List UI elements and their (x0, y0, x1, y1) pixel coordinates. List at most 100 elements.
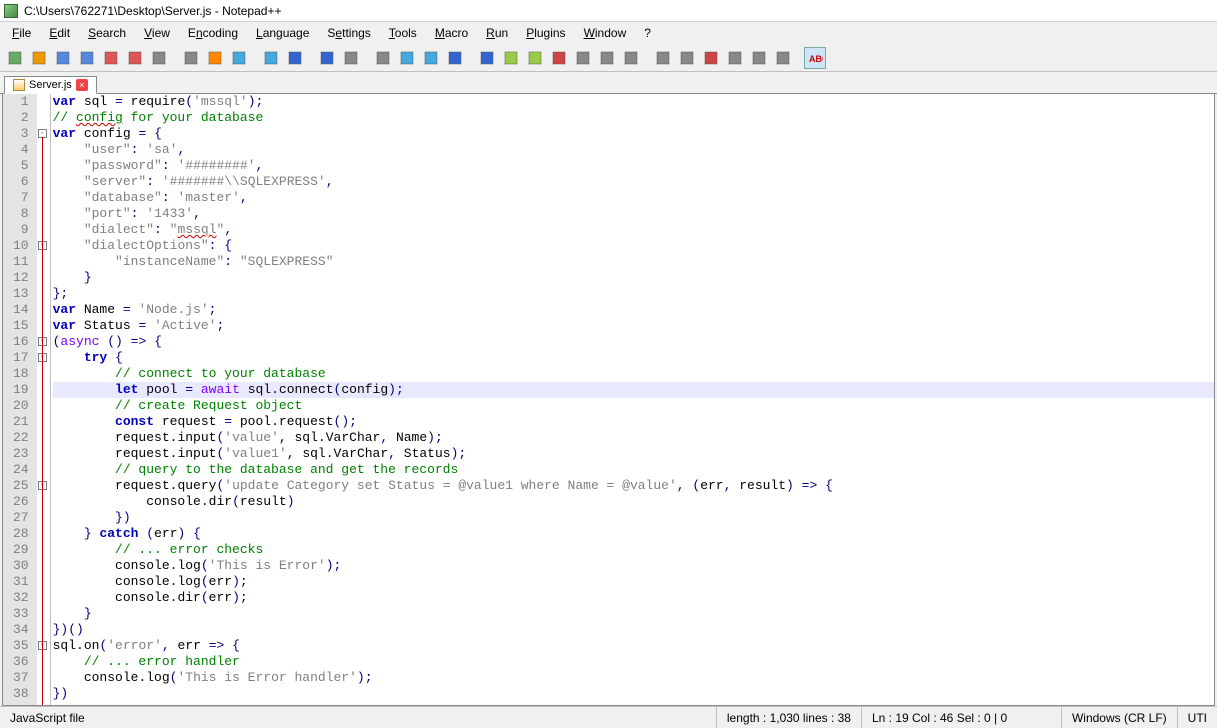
doc-map-icon[interactable] (572, 47, 594, 69)
all-chars-icon[interactable] (500, 47, 522, 69)
code-line[interactable]: "dialectOptions": { (53, 238, 1214, 254)
code-line[interactable]: (async () => { (53, 334, 1214, 350)
zoom-out-icon[interactable] (396, 47, 418, 69)
code-line[interactable]: var Name = 'Node.js'; (53, 302, 1214, 318)
code-line[interactable]: }) (53, 510, 1214, 526)
code-line[interactable]: "user": 'sa', (53, 142, 1214, 158)
code-line[interactable]: "database": 'master', (53, 190, 1214, 206)
toolbar: ABC (0, 44, 1217, 72)
menu-plugins[interactable]: Plugins (518, 24, 573, 42)
fold-column[interactable]: ------ (37, 94, 51, 705)
func-list-icon[interactable] (596, 47, 618, 69)
find-icon[interactable] (316, 47, 338, 69)
record-icon[interactable] (676, 47, 698, 69)
code-line[interactable]: } (53, 606, 1214, 622)
print-icon[interactable] (148, 47, 170, 69)
code-line[interactable]: }; (53, 286, 1214, 302)
cut-icon[interactable] (180, 47, 202, 69)
play-icon[interactable] (724, 47, 746, 69)
line-number: 16 (13, 334, 29, 350)
menu-encoding[interactable]: Encoding (180, 24, 246, 42)
copy-icon[interactable] (204, 47, 226, 69)
zoom-in-icon[interactable] (372, 47, 394, 69)
code-line[interactable]: try { (53, 350, 1214, 366)
line-number: 5 (13, 158, 29, 174)
code-line[interactable]: console.dir(result) (53, 494, 1214, 510)
code-line[interactable]: "port": '1433', (53, 206, 1214, 222)
folder-icon[interactable] (620, 47, 642, 69)
save-all-icon[interactable] (76, 47, 98, 69)
line-number: 13 (13, 286, 29, 302)
code-line[interactable]: console.log(err); (53, 574, 1214, 590)
code-line[interactable]: // connect to your database (53, 366, 1214, 382)
menu-view[interactable]: View (136, 24, 178, 42)
line-number: 38 (13, 686, 29, 702)
redo-icon[interactable] (284, 47, 306, 69)
code-editor[interactable]: 1234567891011121314151617181920212223242… (2, 94, 1215, 706)
tab-server-js[interactable]: Server.js × (4, 76, 97, 94)
code-line[interactable]: var Status = 'Active'; (53, 318, 1214, 334)
close-all-icon[interactable] (124, 47, 146, 69)
tab-close-icon[interactable]: × (76, 79, 88, 91)
new-icon[interactable] (4, 47, 26, 69)
replace-icon[interactable] (340, 47, 362, 69)
code-line[interactable]: "password": '########', (53, 158, 1214, 174)
file-icon (13, 79, 25, 91)
code-line[interactable]: sql.on('error', err => { (53, 638, 1214, 654)
code-line[interactable]: } (53, 270, 1214, 286)
sync-h-icon[interactable] (444, 47, 466, 69)
code-line[interactable]: // query to the database and get the rec… (53, 462, 1214, 478)
code-line[interactable]: request.input('value', sql.VarChar, Name… (53, 430, 1214, 446)
code-line[interactable]: "instanceName": "SQLEXPRESS" (53, 254, 1214, 270)
code-line[interactable]: console.log('This is Error handler'); (53, 670, 1214, 686)
code-line[interactable]: var config = { (53, 126, 1214, 142)
play-multi-icon[interactable] (748, 47, 770, 69)
menu-edit[interactable]: Edit (41, 24, 78, 42)
monitor-icon[interactable] (652, 47, 674, 69)
code-line[interactable]: console.dir(err); (53, 590, 1214, 606)
line-number: 30 (13, 558, 29, 574)
code-line[interactable]: }) (53, 686, 1214, 702)
code-line[interactable]: var sql = require('mssql'); (53, 94, 1214, 110)
code-line[interactable]: // create Request object (53, 398, 1214, 414)
menu-settings[interactable]: Settings (319, 24, 378, 42)
indent-icon[interactable] (524, 47, 546, 69)
code-line[interactable]: request.input('value1', sql.VarChar, Sta… (53, 446, 1214, 462)
close-icon[interactable] (100, 47, 122, 69)
save-macro-icon[interactable] (772, 47, 794, 69)
undo-icon[interactable] (260, 47, 282, 69)
sync-v-icon[interactable] (420, 47, 442, 69)
code-line[interactable]: // ... error checks (53, 542, 1214, 558)
code-line[interactable]: // ... error handler (53, 654, 1214, 670)
lang-icon[interactable] (548, 47, 570, 69)
code-line[interactable]: let pool = await sql.connect(config); (53, 382, 1214, 398)
open-icon[interactable] (28, 47, 50, 69)
code-line[interactable]: "dialect": "mssql", (53, 222, 1214, 238)
menu-language[interactable]: Language (248, 24, 317, 42)
line-number: 15 (13, 318, 29, 334)
spell-icon[interactable]: ABC (804, 47, 826, 69)
code-line[interactable]: const request = pool.request(); (53, 414, 1214, 430)
menu-help[interactable]: ? (636, 24, 659, 42)
menu-window[interactable]: Window (576, 24, 635, 42)
code-line[interactable]: } catch (err) { (53, 526, 1214, 542)
line-number: 24 (13, 462, 29, 478)
stop-icon[interactable] (700, 47, 722, 69)
menu-run[interactable]: Run (478, 24, 516, 42)
save-icon[interactable] (52, 47, 74, 69)
status-length: length : 1,030 lines : 38 (716, 707, 861, 728)
code-line[interactable]: console.log('This is Error'); (53, 558, 1214, 574)
code-line[interactable]: request.query('update Category set Statu… (53, 478, 1214, 494)
code-line[interactable]: })() (53, 622, 1214, 638)
line-number: 12 (13, 270, 29, 286)
paste-icon[interactable] (228, 47, 250, 69)
code-area[interactable]: var sql = require('mssql');// config for… (51, 94, 1214, 705)
wrap-icon[interactable] (476, 47, 498, 69)
menu-file[interactable]: File (4, 24, 39, 42)
code-line[interactable]: "server": '#######\\SQLEXPRESS', (53, 174, 1214, 190)
menu-tools[interactable]: Tools (381, 24, 425, 42)
menu-macro[interactable]: Macro (427, 24, 476, 42)
code-line[interactable]: // config for your database (53, 110, 1214, 126)
menu-search[interactable]: Search (80, 24, 134, 42)
menu-bar: FileEditSearchViewEncodingLanguageSettin… (0, 22, 1217, 44)
